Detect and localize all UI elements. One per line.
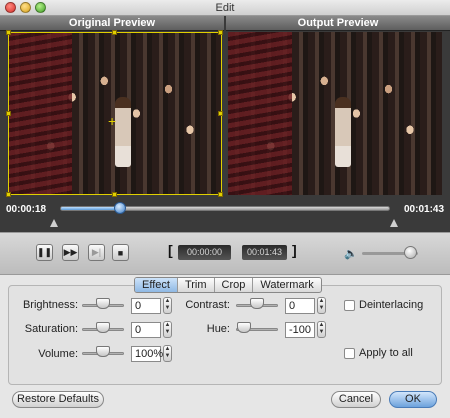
set-end-button[interactable]: ]	[292, 242, 297, 258]
next-frame-icon: ▶|	[91, 247, 102, 257]
timeline-progress	[61, 207, 121, 210]
output-preview-video	[228, 32, 442, 195]
video-frame-image-output	[228, 32, 442, 195]
crop-handle-tr[interactable]	[218, 30, 223, 35]
crop-handle-bl[interactable]	[6, 192, 11, 197]
volume-stepper[interactable]: ▲ ▼	[163, 345, 172, 362]
hue-knob[interactable]	[237, 322, 251, 333]
speaker-icon: 🔈	[344, 248, 358, 260]
trim-end-marker[interactable]	[390, 219, 398, 227]
contrast-stepper[interactable]: ▲ ▼	[317, 297, 326, 314]
next-frame-button[interactable]: ▶|	[88, 244, 105, 261]
tab-trim[interactable]: Trim	[178, 278, 215, 292]
hue-stepper[interactable]: ▲ ▼	[317, 321, 326, 338]
edit-window: Edit Original Preview Output Preview + 0…	[0, 0, 450, 418]
volume-knob[interactable]	[403, 246, 417, 259]
volume-effect-knob[interactable]	[96, 346, 110, 357]
hue-field[interactable]: -100	[285, 322, 315, 338]
contrast-label: Contrast:	[185, 299, 230, 311]
cancel-button[interactable]: Cancel	[331, 391, 381, 408]
stop-button[interactable]: ■	[112, 244, 129, 261]
apply-to-all-label: Apply to all	[359, 347, 413, 359]
current-time: 00:00:18	[6, 204, 47, 215]
window-title: Edit	[215, 2, 235, 14]
trim-start-marker[interactable]	[50, 219, 58, 227]
restore-defaults-button[interactable]: Restore Defaults	[12, 391, 104, 408]
minimize-window-button[interactable]	[20, 2, 31, 13]
saturation-stepper[interactable]: ▲ ▼	[163, 321, 172, 338]
contrast-knob[interactable]	[250, 298, 264, 309]
edit-tabs: Effect Trim Crop Watermark	[134, 277, 322, 293]
brightness-knob[interactable]	[96, 298, 110, 309]
window-controls	[5, 2, 46, 13]
title-bar: Edit	[0, 0, 450, 16]
tab-effect[interactable]: Effect	[135, 278, 178, 292]
crop-handle-l[interactable]	[6, 111, 11, 116]
zoom-window-button[interactable]	[35, 2, 46, 13]
stop-icon: ■	[117, 247, 124, 258]
tab-watermark[interactable]: Watermark	[253, 278, 320, 292]
crop-handle-r[interactable]	[218, 111, 223, 116]
fast-forward-icon: ▶▶	[63, 247, 78, 257]
hue-label: Hue:	[206, 323, 230, 335]
original-preview-header: Original Preview	[0, 16, 224, 31]
ok-button[interactable]: OK	[389, 391, 437, 408]
pause-icon: ❚❚	[36, 247, 53, 257]
timeline-slider[interactable]	[60, 202, 390, 214]
crop-handle-br[interactable]	[218, 192, 223, 197]
contrast-field[interactable]: 0	[285, 298, 315, 314]
deinterlacing-checkbox[interactable]	[344, 300, 355, 311]
volume-label: Volume:	[38, 348, 78, 360]
deinterlacing-label: Deinterlacing	[359, 299, 424, 311]
crop-handle-t[interactable]	[112, 30, 117, 35]
crop-handle-tl[interactable]	[6, 30, 11, 35]
apply-to-all-checkbox[interactable]	[344, 348, 355, 359]
tab-crop[interactable]: Crop	[215, 278, 254, 292]
pause-button[interactable]: ❚❚	[36, 244, 53, 261]
output-preview-header: Output Preview	[226, 16, 450, 31]
total-time: 00:01:43	[404, 204, 445, 215]
trim-start-time: 00:00:00	[178, 245, 231, 260]
timeline-knob[interactable]	[114, 202, 127, 214]
trim-end-time: 00:01:43	[242, 245, 287, 260]
volume-field[interactable]: 100%	[131, 346, 163, 362]
brightness-field[interactable]: 0	[131, 298, 161, 314]
brightness-stepper[interactable]: ▲ ▼	[163, 297, 172, 314]
close-window-button[interactable]	[5, 2, 16, 13]
crosshair-icon: +	[108, 113, 117, 129]
fast-forward-button[interactable]: ▶▶	[62, 244, 79, 261]
crop-handle-b[interactable]	[112, 192, 117, 197]
set-start-button[interactable]: [	[168, 242, 173, 258]
saturation-field[interactable]: 0	[131, 322, 161, 338]
brightness-label: Brightness:	[22, 299, 78, 311]
saturation-knob[interactable]	[96, 322, 110, 333]
saturation-label: Saturation:	[24, 323, 78, 335]
